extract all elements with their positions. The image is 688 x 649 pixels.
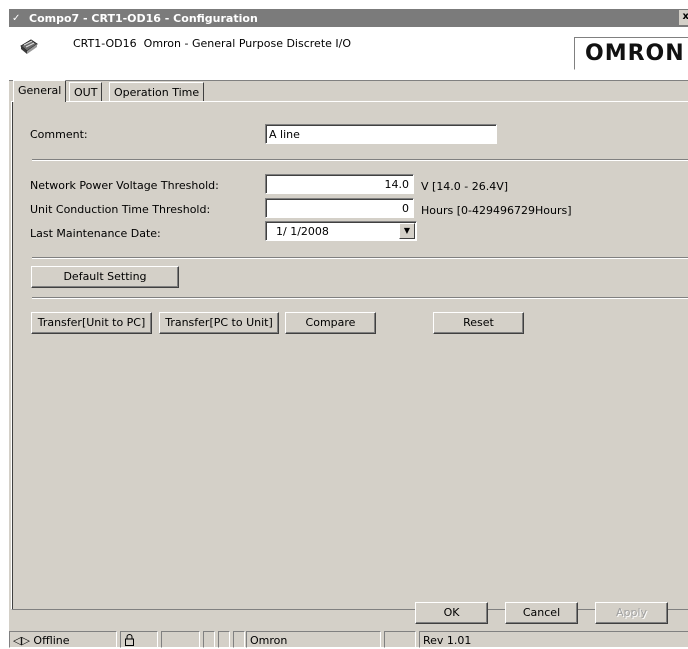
- default-setting-button[interactable]: Default Setting: [31, 266, 179, 288]
- device-model: CRT1-OD16: [73, 37, 137, 50]
- separator: [32, 257, 688, 259]
- status-revision: Rev 1.01: [419, 631, 688, 648]
- comment-field[interactable]: A line: [265, 124, 497, 144]
- status-cell: [384, 631, 416, 648]
- device-name: CRT1-OD16 Omron - General Purpose Discre…: [73, 37, 351, 50]
- omron-logo: OMRON: [574, 37, 688, 70]
- close-button[interactable]: x: [679, 10, 688, 25]
- network-arrows-icon: ◁▷: [13, 634, 30, 647]
- maintenance-date-picker[interactable]: 1/ 1/2008 ▼: [265, 221, 417, 241]
- conduction-threshold-field[interactable]: 0: [265, 198, 414, 218]
- status-vendor: Omron: [246, 631, 381, 648]
- apply-button: Apply: [595, 602, 668, 624]
- comment-label: Comment:: [30, 128, 88, 141]
- tab-out[interactable]: OUT: [69, 82, 103, 101]
- status-connection-text: Offline: [33, 634, 70, 647]
- cancel-button[interactable]: Cancel: [505, 602, 578, 624]
- status-lock: [120, 631, 158, 648]
- conduction-threshold-label: Unit Conduction Time Threshold:: [30, 203, 211, 216]
- title-bar[interactable]: ✓ Compo7 - CRT1-OD16 - Configuration x: [9, 9, 688, 27]
- general-tab-panel: Comment: A line Network Power Voltage Th…: [11, 101, 688, 610]
- reset-button[interactable]: Reset: [433, 312, 524, 334]
- compare-button[interactable]: Compare: [285, 312, 376, 334]
- maintenance-date-value: 1/ 1/2008: [276, 225, 329, 238]
- device-icon: [20, 39, 38, 54]
- status-cell: [203, 631, 215, 648]
- device-description: Omron - General Purpose Discrete I/O: [143, 37, 352, 50]
- window-title: Compo7 - CRT1-OD16 - Configuration: [29, 11, 258, 25]
- status-cell: [218, 631, 230, 648]
- configuration-window: ✓ Compo7 - CRT1-OD16 - Configuration x C…: [8, 8, 688, 648]
- dropdown-arrow-icon[interactable]: ▼: [399, 223, 415, 239]
- status-cell: [233, 631, 245, 648]
- status-connection: ◁▷ Offline: [9, 631, 117, 648]
- voltage-threshold-label: Network Power Voltage Threshold:: [30, 179, 219, 192]
- app-icon: ✓: [12, 12, 21, 24]
- ok-button[interactable]: OK: [415, 602, 488, 624]
- voltage-threshold-field[interactable]: 14.0: [265, 174, 414, 194]
- padlock-icon: [125, 634, 134, 646]
- maintenance-date-label: Last Maintenance Date:: [30, 227, 161, 240]
- separator: [32, 297, 688, 299]
- transfer-pc-to-unit-button[interactable]: Transfer[PC to Unit]: [159, 312, 279, 334]
- conduction-range-label: Hours [0-429496729Hours]: [421, 204, 572, 217]
- voltage-range-label: V [14.0 - 26.4V]: [421, 180, 509, 193]
- transfer-unit-to-pc-button[interactable]: Transfer[Unit to PC]: [31, 312, 152, 334]
- tab-general[interactable]: General: [13, 80, 67, 102]
- separator: [32, 159, 688, 161]
- status-bar: ◁▷ Offline Omron Rev 1.01: [9, 631, 688, 648]
- status-cell: [161, 631, 200, 648]
- tab-operation-time[interactable]: Operation Time: [109, 82, 205, 101]
- device-header: CRT1-OD16 Omron - General Purpose Discre…: [9, 27, 688, 81]
